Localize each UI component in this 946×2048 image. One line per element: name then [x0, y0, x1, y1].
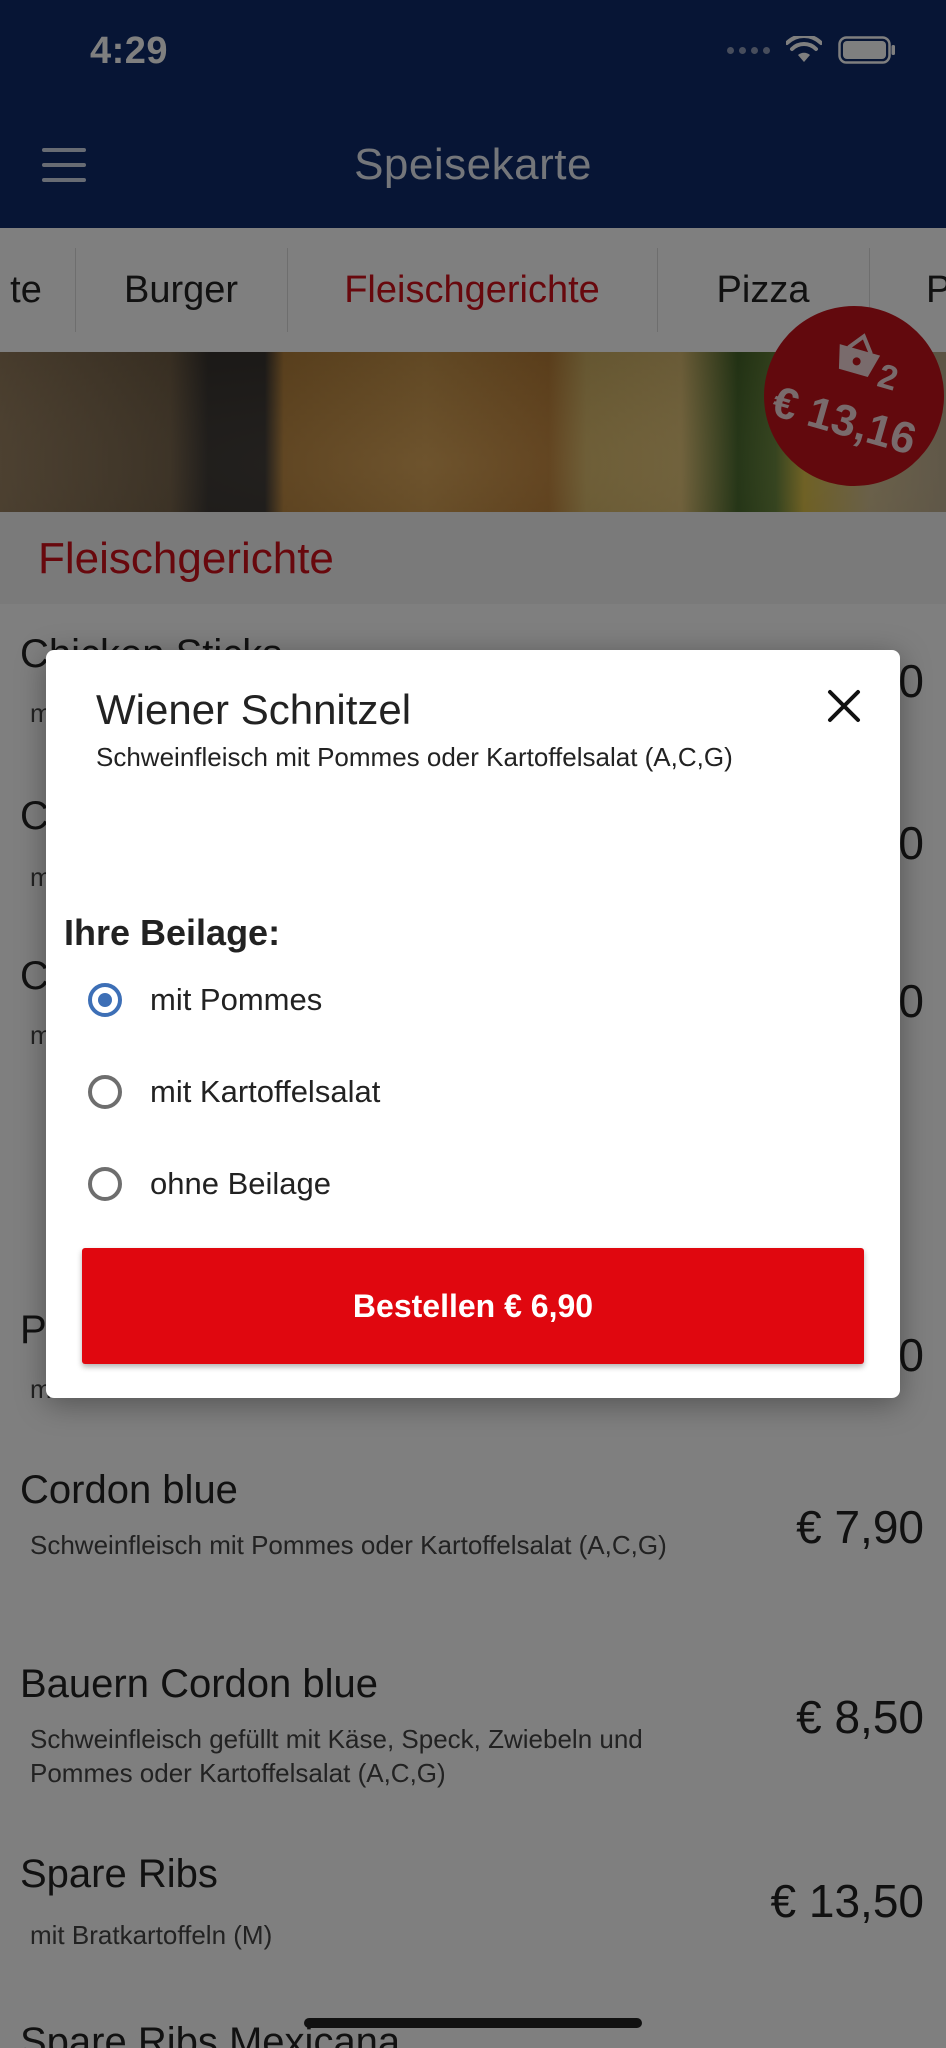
option-ohne-beilage[interactable]: ohne Beilage — [88, 1154, 788, 1214]
option-mit-pommes[interactable]: mit Pommes — [88, 970, 788, 1030]
option-label: mit Kartoffelsalat — [150, 1074, 381, 1109]
option-mit-kartoffelsalat[interactable]: mit Kartoffelsalat — [88, 1062, 788, 1122]
option-label: mit Pommes — [150, 982, 323, 1017]
option-label: ohne Beilage — [150, 1166, 331, 1201]
product-options-dialog: Wiener Schnitzel Schweinfleisch mit Pomm… — [46, 650, 900, 1398]
radio-button[interactable] — [88, 1075, 122, 1109]
radio-button[interactable] — [88, 1167, 122, 1201]
side-dish-label: Ihre Beilage: — [64, 912, 281, 953]
radio-button-selected[interactable] — [88, 983, 122, 1017]
dialog-description: Schweinfleisch mit Pommes oder Kartoffel… — [96, 742, 733, 772]
app-root: 4:29 Speisekarte te B — [0, 0, 946, 2048]
dialog-title: Wiener Schnitzel — [96, 686, 412, 733]
home-indicator[interactable] — [304, 2018, 642, 2028]
order-button[interactable]: Bestellen € 6,90 — [82, 1248, 864, 1364]
close-icon[interactable] — [824, 686, 864, 726]
